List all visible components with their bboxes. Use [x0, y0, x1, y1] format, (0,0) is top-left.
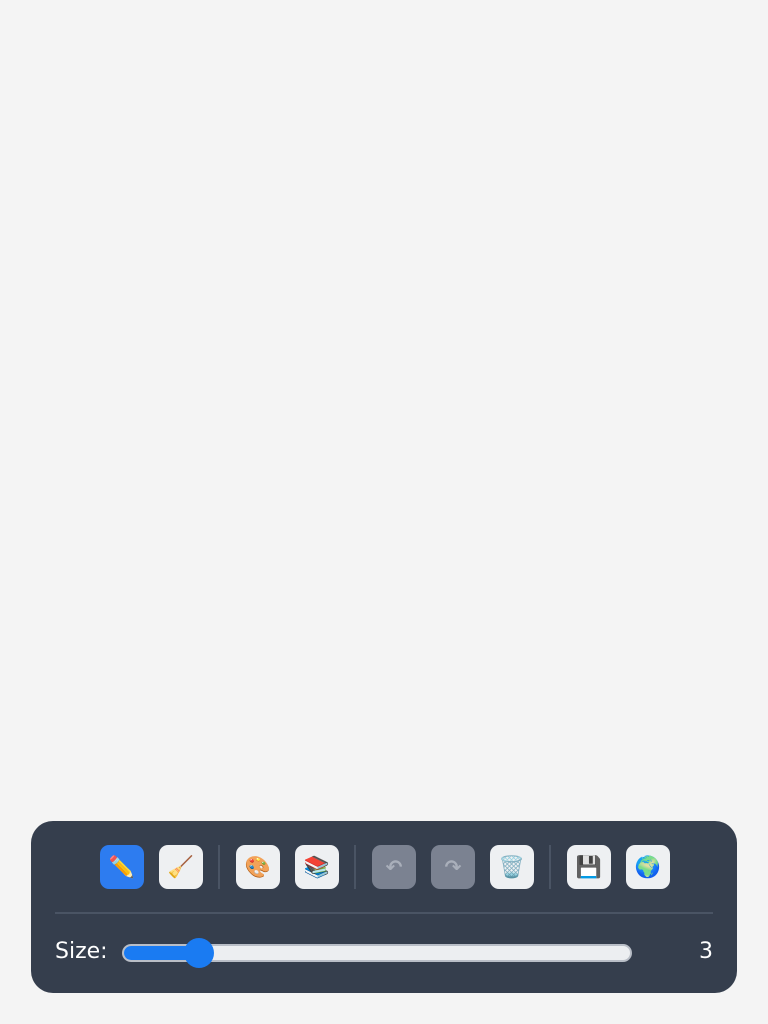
- size-label: Size:: [55, 939, 108, 964]
- floppy-disk-icon: 💾: [575, 854, 603, 879]
- toolbar-separator: [354, 845, 356, 889]
- size-row: Size: 3: [31, 933, 737, 973]
- undo-icon: ↶: [385, 855, 403, 879]
- redo-button[interactable]: ↷: [431, 845, 475, 889]
- undo-button[interactable]: ↶: [372, 845, 416, 889]
- trash-icon: 🗑️: [498, 854, 526, 879]
- layers-button[interactable]: 📚: [295, 845, 339, 889]
- size-slider-thumb[interactable]: [184, 938, 215, 968]
- share-button[interactable]: 🌍: [626, 845, 670, 889]
- tool-row: ✏️ 🧹 🎨 📚 ↶ ↷ 🗑️ 💾 🌍: [31, 845, 737, 889]
- toolbar-panel: ✏️ 🧹 🎨 📚 ↶ ↷ 🗑️ 💾 🌍 Size: 3: [31, 821, 737, 993]
- toolbar-separator: [218, 845, 220, 889]
- pencil-icon: ✏️: [108, 854, 136, 879]
- toolbar-separator: [549, 845, 551, 889]
- save-button[interactable]: 💾: [567, 845, 611, 889]
- eraser-tool-button[interactable]: 🧹: [159, 845, 203, 889]
- redo-icon: ↷: [444, 855, 462, 879]
- palette-icon: 🎨: [244, 854, 272, 879]
- size-value: 3: [699, 939, 713, 964]
- pencil-tool-button[interactable]: ✏️: [100, 845, 144, 889]
- color-palette-button[interactable]: 🎨: [236, 845, 280, 889]
- broom-icon: 🧹: [167, 854, 195, 879]
- clear-button[interactable]: 🗑️: [490, 845, 534, 889]
- globe-icon: 🌍: [634, 854, 662, 879]
- panel-divider: [55, 912, 713, 914]
- books-icon: 📚: [303, 854, 331, 879]
